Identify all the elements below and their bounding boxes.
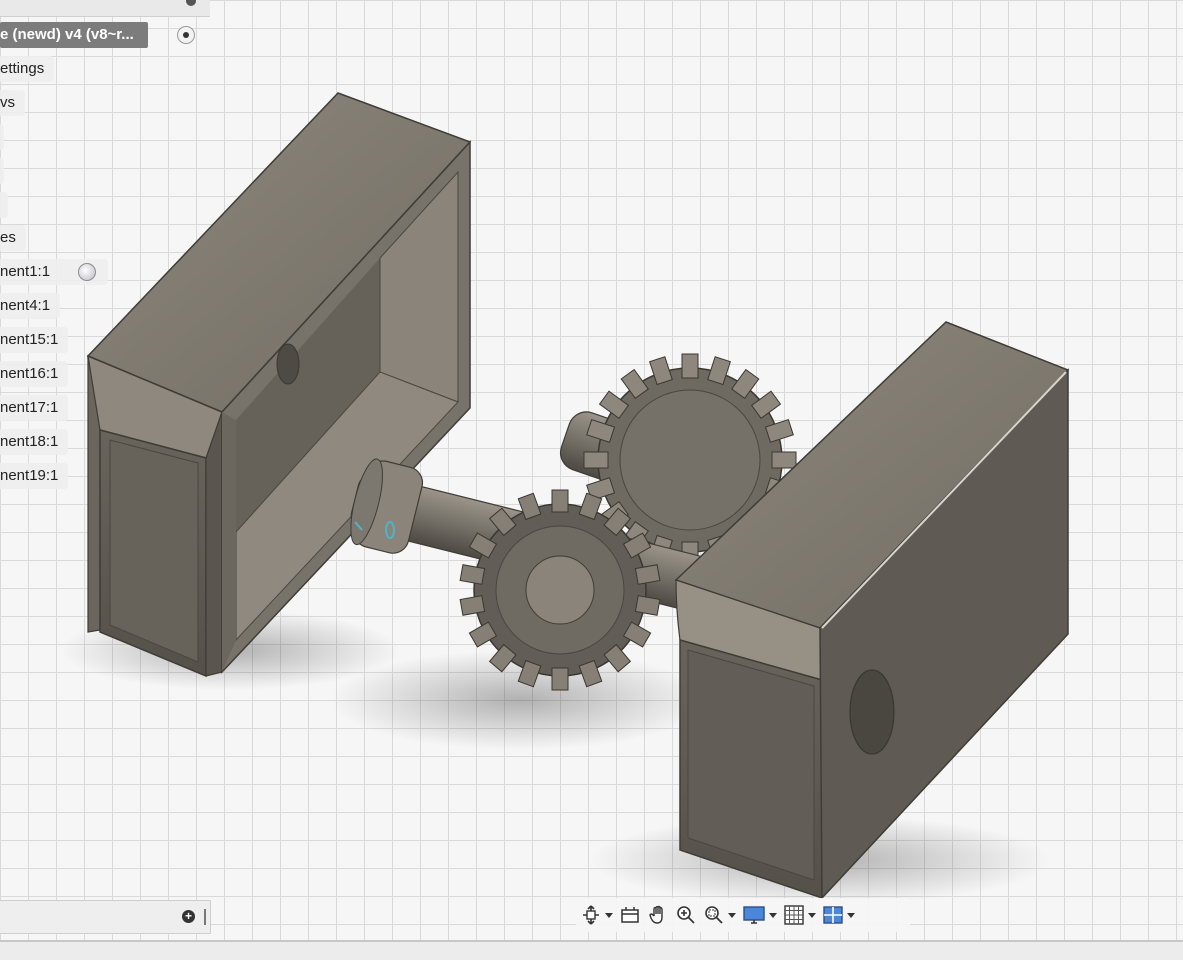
chevron-down-icon[interactable] [728, 912, 736, 918]
browser-item-label: nent19:1 [0, 467, 59, 484]
grid-settings-icon [784, 905, 804, 925]
browser-item-label: nent17:1 [0, 399, 59, 416]
pin-icon[interactable] [186, 0, 196, 6]
browser-item-label: es [0, 229, 16, 246]
browser-root-label: e (newd) v4 (v8~r... [0, 26, 134, 43]
display-settings-icon [743, 906, 765, 924]
navigation-toolbar [576, 898, 910, 932]
pan-icon [649, 905, 663, 924]
viewports-tool[interactable] [822, 900, 855, 930]
browser-item-stub[interactable] [0, 192, 8, 218]
browser-item-component18[interactable]: nent18:1 [0, 429, 69, 455]
browser-item-label: nent4:1 [0, 297, 51, 314]
browser-item-stub[interactable] [0, 158, 4, 184]
display-settings-tool[interactable] [742, 900, 777, 930]
browser-item-component16[interactable]: nent16:1 [0, 361, 69, 387]
chevron-down-icon[interactable] [808, 912, 816, 918]
chevron-down-icon[interactable] [847, 912, 855, 918]
browser-item-component15[interactable]: nent15:1 [0, 327, 69, 353]
browser-item-stub[interactable] [0, 124, 4, 150]
browser-header [0, 0, 210, 17]
panel-resize-handle[interactable] [204, 909, 206, 925]
browser-item-component19[interactable]: nent19:1 [0, 463, 69, 489]
viewports-icon [823, 906, 843, 924]
look-at-tool[interactable] [619, 900, 641, 930]
orbit-icon [583, 905, 599, 925]
zoom-window-icon [705, 906, 723, 924]
browser-item-component17[interactable]: nent17:1 [0, 395, 69, 421]
orbit-tool[interactable] [580, 900, 613, 930]
browser-item-views[interactable]: vs [0, 90, 25, 116]
chevron-down-icon[interactable] [769, 912, 777, 918]
browser-item-label: ettings [0, 60, 45, 77]
browser-root-document[interactable]: e (newd) v4 (v8~r... [0, 22, 148, 48]
zoom-icon [677, 906, 695, 924]
browser-item-label: nent16:1 [0, 365, 59, 382]
active-component-radio-icon[interactable] [177, 26, 195, 44]
browser-item-label: nent1:1 [0, 263, 51, 280]
browser-item-label: vs [0, 94, 15, 111]
3d-viewport[interactable]: e (newd) v4 (v8~r... ettings vs es nent1… [0, 0, 1183, 940]
left-housing[interactable] [86, 92, 472, 678]
pan-tool[interactable] [647, 900, 669, 930]
chevron-down-icon[interactable] [605, 912, 613, 918]
browser-item-label: nent18:1 [0, 433, 59, 450]
model-canvas[interactable] [0, 0, 1183, 940]
plus-circle-icon[interactable]: + [182, 910, 195, 923]
zoom-window-tool[interactable] [703, 900, 736, 930]
browser-item-settings[interactable]: ettings [0, 56, 55, 82]
browser-item-bodies[interactable]: es [0, 225, 26, 251]
zoom-tool[interactable] [675, 900, 697, 930]
grid-settings-tool[interactable] [783, 900, 816, 930]
status-bar [0, 940, 1183, 960]
comments-panel: + [0, 900, 211, 934]
activate-component-radio-icon[interactable] [78, 263, 96, 281]
look-at-icon [621, 907, 639, 923]
browser-item-label: nent15:1 [0, 331, 59, 348]
browser-item-component4[interactable]: nent4:1 [0, 293, 61, 319]
